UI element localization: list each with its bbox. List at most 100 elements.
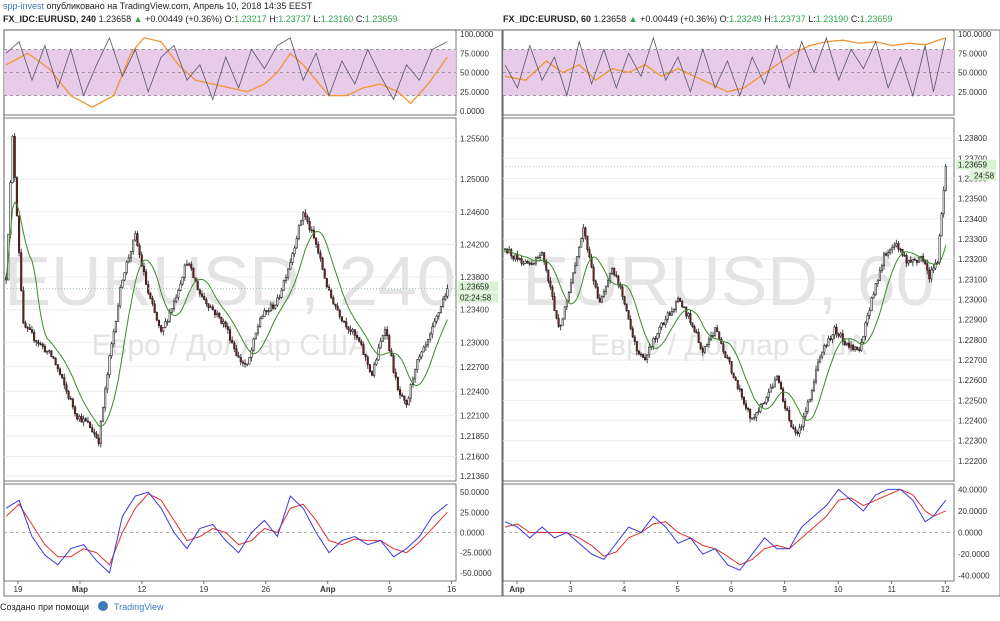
candle-body [885,253,888,256]
candle-body [588,249,591,258]
stoch-tick-label: 25.0000 [958,88,987,97]
candle-body [396,377,399,390]
signal-line [504,488,946,566]
candle-body [520,258,523,264]
candle-body [22,290,25,324]
candle-body [693,326,696,333]
price-tick-label: 1.24200 [460,240,489,249]
candle-body [705,344,708,347]
candle-body [763,402,766,405]
candle-body [623,296,626,305]
candle-body [878,270,881,281]
candle-body [304,212,307,217]
candle-body [786,408,789,411]
candle-body [594,280,597,288]
candle-body [228,329,232,341]
charts-canvas[interactable]: 1.25500 1.25000 1.24600 1.24200 1.23800 1.234… [0,0,1000,621]
candle-body [334,303,337,307]
candle-body [872,293,875,299]
candle-body [330,289,333,298]
candle-body [58,368,62,375]
candle-body [681,301,684,307]
candle-body [642,354,645,358]
candle-body [437,312,440,317]
candle-body [114,321,117,333]
candle-body [265,310,268,312]
candle-body [808,399,811,403]
candle-body [815,369,818,383]
price-tick-label: 1.22300 [958,437,987,446]
candle-body [291,253,294,263]
candle-body [80,416,83,423]
candle-body [928,269,931,280]
price-tick-label: 1.23200 [958,255,987,264]
candle-body [63,377,66,386]
candle-body [753,416,756,419]
candle-body [82,418,85,423]
candle-body [211,306,214,311]
candle-body [43,345,46,353]
candle-body [905,255,908,264]
candle-body [185,263,189,266]
candle-body [847,342,850,348]
candle-body [91,427,94,433]
candle-body [181,276,184,285]
candle-body [149,292,152,299]
candle-body [200,293,204,297]
macd-tick-label: 0.0000 [958,529,983,538]
candle-body [738,388,741,390]
candle-body [54,357,57,365]
candle-body [336,305,339,311]
candle-body [261,316,264,320]
candle-body [911,258,914,263]
macd-tick-label: 50.0000 [460,488,489,497]
candle-body [117,305,120,322]
last-price-label: 1.23659 [460,283,489,292]
candle-body [177,290,180,298]
candle-body [891,247,894,251]
candle-body [302,212,305,222]
candle-body [903,254,906,257]
candle-body [69,397,72,400]
candle-body [516,254,519,260]
stoch-tick-label: 100.0000 [460,30,494,39]
candle-body [394,372,397,378]
candle-body [252,338,255,351]
stoch-tick-label: 100.0000 [958,30,992,39]
candle-body [332,297,335,305]
candle-body [740,388,743,398]
candle-body [26,327,29,329]
candle-body [724,351,727,358]
candle-body [683,306,686,308]
candle-body [317,243,320,254]
candle-body [446,288,449,297]
candle-body [33,331,36,341]
candle-body [617,275,620,285]
candle-body [138,245,141,256]
candle-body [703,346,706,353]
candle-body [207,303,210,308]
candle-body [712,335,715,337]
price-tick-label: 1.23300 [958,235,987,244]
watermark-symbol: EURUSD, 60 [522,242,934,320]
tradingview-link[interactable]: TradingView [114,602,164,612]
candle-body [170,308,173,313]
stoch-tick-label: 50.0000 [958,69,987,78]
candle-body [592,266,595,282]
candle-body [810,390,813,400]
candle-body [656,333,659,339]
candle-body [340,316,343,322]
time-tick-label: 9 [782,585,787,594]
candle-body [99,420,102,444]
candle-body [134,233,137,241]
macd-tick-label: 25.0000 [460,508,489,517]
candle-body [823,345,826,353]
time-tick-label: Мар [72,585,88,594]
candle-body [839,333,842,337]
candle-body [666,312,669,320]
time-tick-label: 4 [622,585,627,594]
candle-body [539,254,542,258]
price-tick-label: 1.25000 [460,175,489,184]
candle-body [360,340,363,345]
candle-body [893,245,896,248]
